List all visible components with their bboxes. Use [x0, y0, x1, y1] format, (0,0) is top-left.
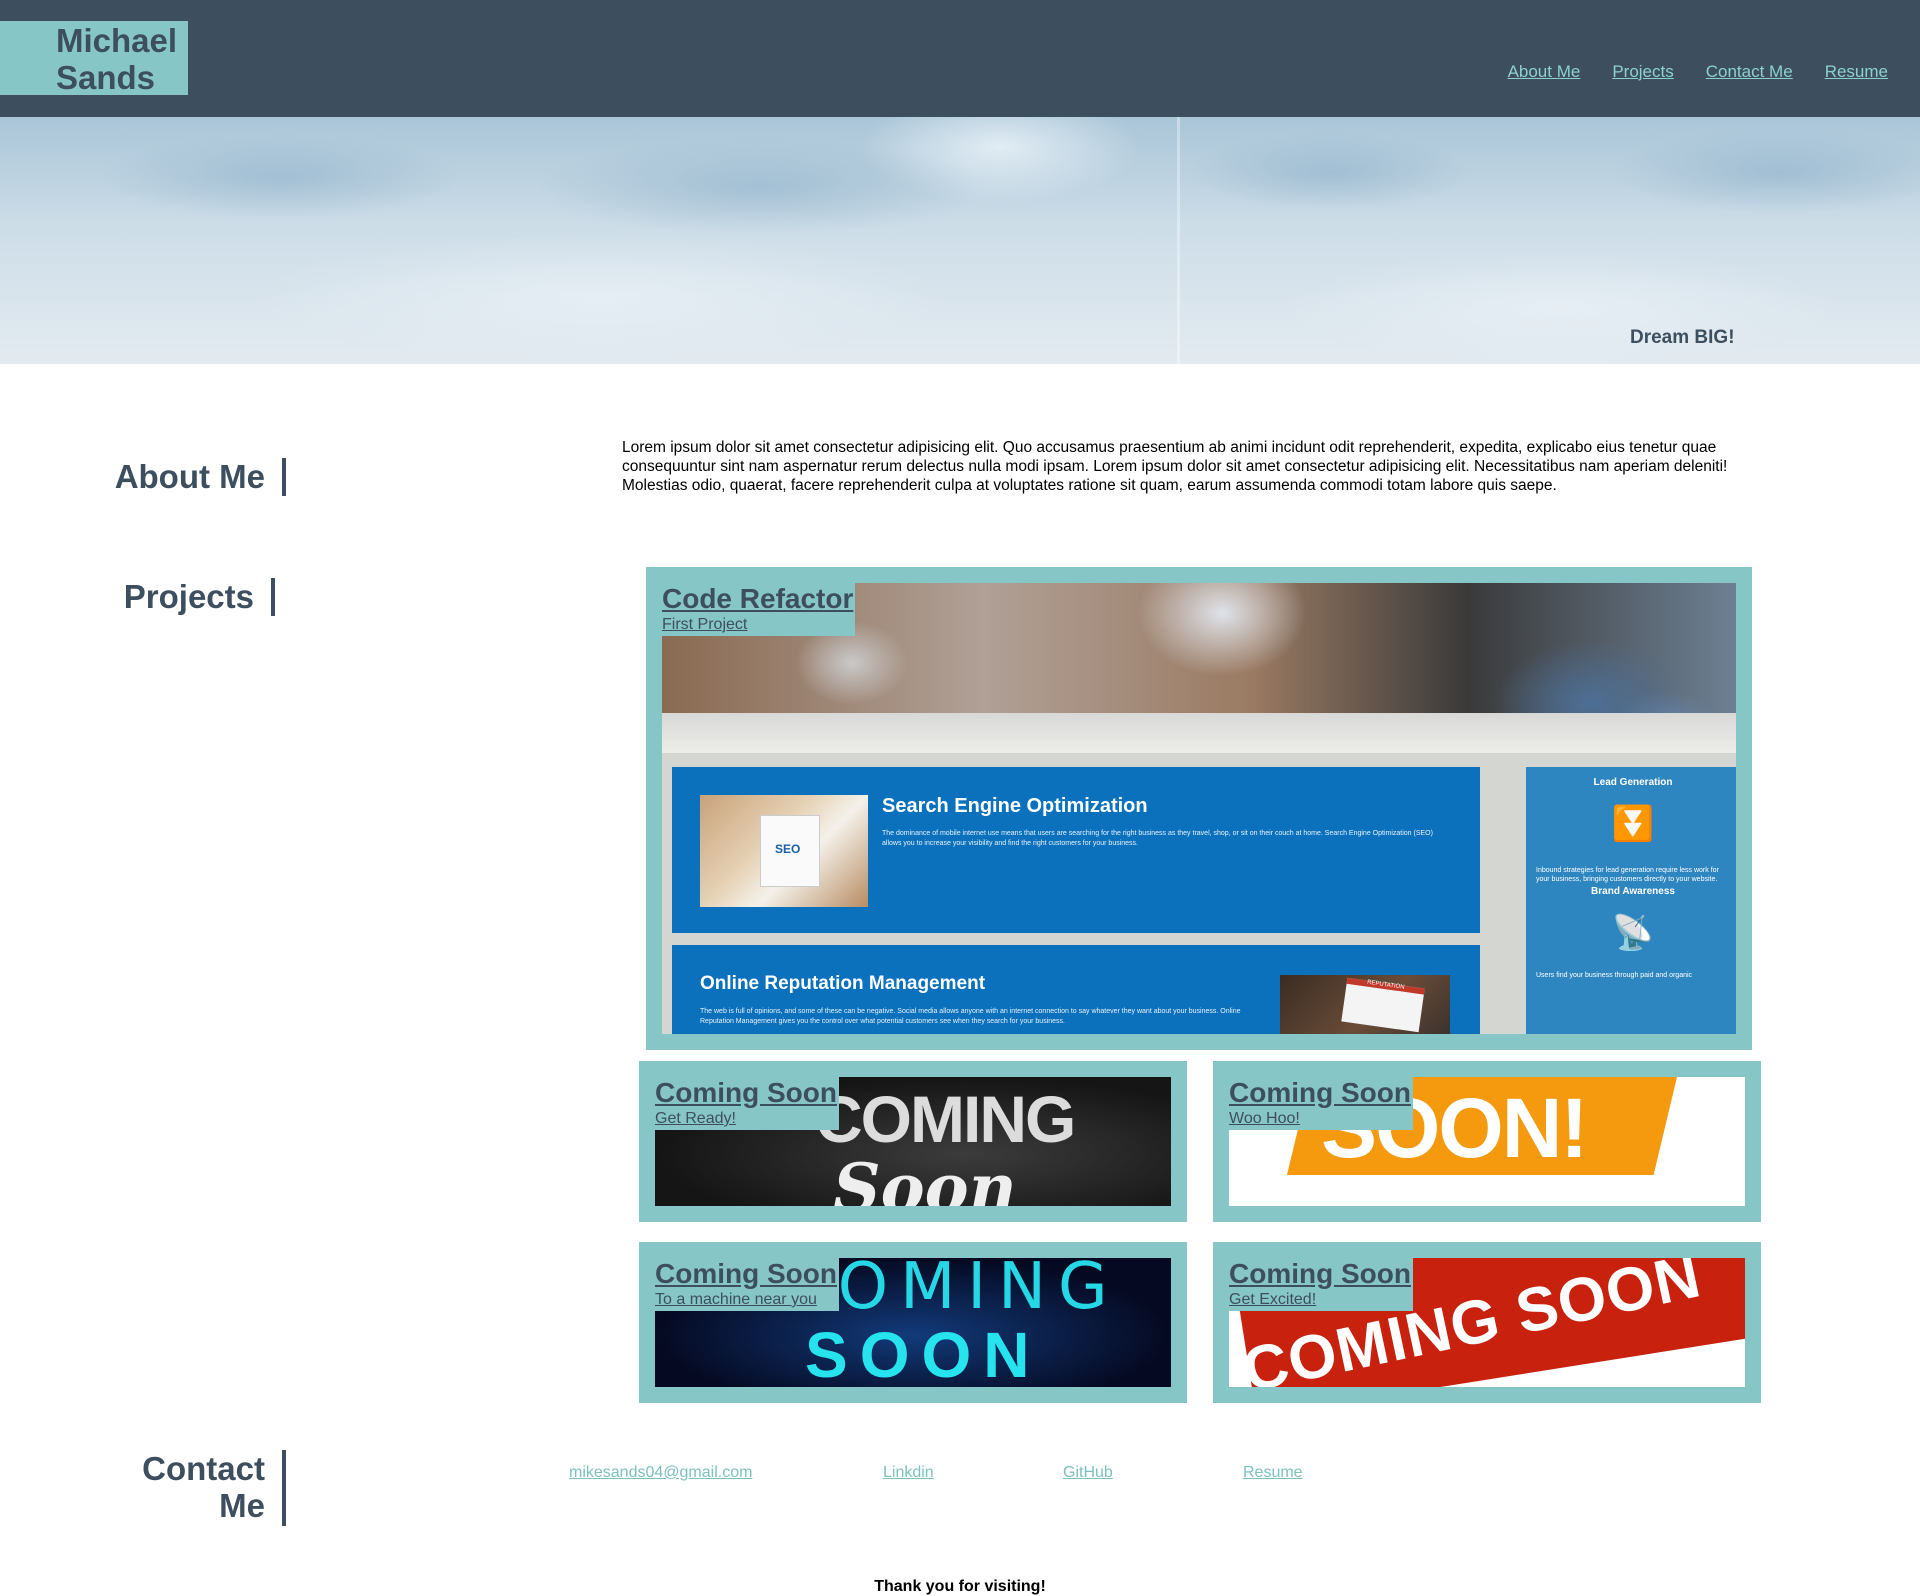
contact-heading-line2: Me [219, 1487, 265, 1524]
lead-title: Lead Generation [1593, 777, 1673, 788]
seo-panel: SEO Search Engine Optimization The domin… [672, 767, 1480, 933]
users-text: Users find your business through paid an… [1536, 972, 1693, 979]
nav-link-contact-me[interactable]: Contact Me [1706, 62, 1793, 82]
coming-soon-image-dark: COMING Soon Coming Soon Get Ready! [655, 1077, 1171, 1206]
project-label: Coming Soon Get Excited! [1229, 1258, 1413, 1311]
project-title-link[interactable]: Coming Soon [1229, 1077, 1411, 1109]
broadcast-person-icon: 📡 [1611, 914, 1655, 952]
email-link[interactable]: mikesands04@gmail.com [569, 1464, 752, 1482]
brand-first-name: Michael [56, 22, 178, 59]
project-subtitle-link[interactable]: Woo Hoo! [1229, 1109, 1411, 1128]
brand-awareness-title: Brand Awareness [1591, 886, 1675, 897]
project-label: Coming Soon To a machine near you [655, 1258, 839, 1311]
coming-soon-image-orange: SOON! Coming Soon Woo Hoo! [1229, 1077, 1745, 1206]
hero-sky-image-right [1180, 117, 1920, 364]
project-card-coming-soon-3[interactable]: COMING SOON Coming Soon To a machine nea… [639, 1242, 1187, 1403]
contact-heading-line1: Contact [142, 1450, 265, 1487]
hero-tagline: Dream BIG! [1630, 327, 1735, 348]
projects-heading: Projects [100, 578, 275, 616]
project-card-coming-soon-4[interactable]: COMING SOON Coming Soon Get Excited! [1213, 1242, 1761, 1403]
nav-link-projects[interactable]: Projects [1612, 62, 1673, 82]
orm-badge: REPUTATION [1366, 979, 1405, 991]
project-subtitle-link[interactable]: First Project [662, 615, 853, 634]
project-card-coming-soon-2[interactable]: SOON! Coming Soon Woo Hoo! [1213, 1061, 1761, 1222]
project-subtitle-link[interactable]: Get Excited! [1229, 1290, 1411, 1309]
site-logo[interactable]: Michael Sands [0, 21, 188, 96]
github-link[interactable]: GitHub [1063, 1464, 1113, 1482]
seo-desk-image: SEO [700, 795, 868, 907]
brand-last-name: Sands [56, 59, 156, 96]
project-title-link[interactable]: Coming Soon [655, 1258, 837, 1290]
project-title-link[interactable]: Coming Soon [655, 1077, 837, 1109]
project-subtitle-link[interactable]: Get Ready! [655, 1109, 837, 1128]
hero-sky-image-left [0, 117, 1178, 364]
footer-message: Thank you for visiting! [874, 1578, 1046, 1595]
main-nav: About Me Projects Contact Me Resume [1508, 62, 1888, 82]
funnel-icon: ⏬ [1611, 805, 1655, 843]
project-title-link[interactable]: Code Refactor [662, 583, 853, 615]
about-me-text: Lorem ipsum dolor sit amet consectetur a… [622, 439, 1728, 494]
orm-panel: Online Reputation Management The web is … [672, 945, 1480, 1034]
project-title-link[interactable]: Coming Soon [1229, 1258, 1411, 1290]
orm-title: Online Reputation Management [700, 973, 986, 994]
lead-generation-panel: Lead Generation ⏬ Inbound strategies for… [1526, 767, 1736, 1034]
coming-soon-image-neon: COMING SOON Coming Soon To a machine nea… [655, 1258, 1171, 1387]
project-card-coming-soon-1[interactable]: COMING Soon Coming Soon Get Ready! [639, 1061, 1187, 1222]
about-me-heading: About Me [100, 458, 286, 496]
coming-soon-image-red: COMING SOON Coming Soon Get Excited! [1229, 1258, 1745, 1387]
site-header: Michael Sands About Me Projects Contact … [0, 0, 1920, 117]
nav-link-about-me[interactable]: About Me [1508, 62, 1581, 82]
orm-tablet-screen: REPUTATION [1341, 977, 1425, 1033]
project-label: Coming Soon Get Ready! [655, 1077, 839, 1130]
project-card-code-refactor[interactable]: SEO Search Engine Optimization The domin… [646, 567, 1752, 1050]
graphic-word-soon: SOON [805, 1319, 1042, 1387]
project-subtitle-link[interactable]: To a machine near you [655, 1290, 837, 1309]
project-label: Code Refactor First Project [662, 583, 856, 636]
project-label: Coming Soon Woo Hoo! [1229, 1077, 1413, 1130]
orm-text: The web is full of opinions, and some of… [700, 1008, 1241, 1025]
seo-text: The dominance of mobile internet use mea… [882, 830, 1433, 847]
lead-text: Inbound strategies for lead generation r… [1536, 867, 1719, 883]
meeting-table [662, 713, 1736, 753]
graphic-word-soon: Soon [833, 1149, 1017, 1206]
seo-title: Search Engine Optimization [882, 795, 1148, 817]
preview-site-body: SEO Search Engine Optimization The domin… [662, 753, 1736, 1034]
graphic-word-coming: COMING [815, 1082, 1076, 1156]
project-preview-image: SEO Search Engine Optimization The domin… [662, 583, 1736, 1034]
linkedin-link[interactable]: Linkdin [883, 1464, 934, 1482]
contact-me-heading: Contact Me [100, 1450, 286, 1526]
nav-link-resume[interactable]: Resume [1825, 62, 1888, 82]
seo-badge: SEO [775, 842, 801, 856]
orm-tablet-image: REPUTATION [1280, 975, 1450, 1034]
resume-link[interactable]: Resume [1243, 1464, 1303, 1482]
seo-notebook: SEO [760, 815, 820, 887]
